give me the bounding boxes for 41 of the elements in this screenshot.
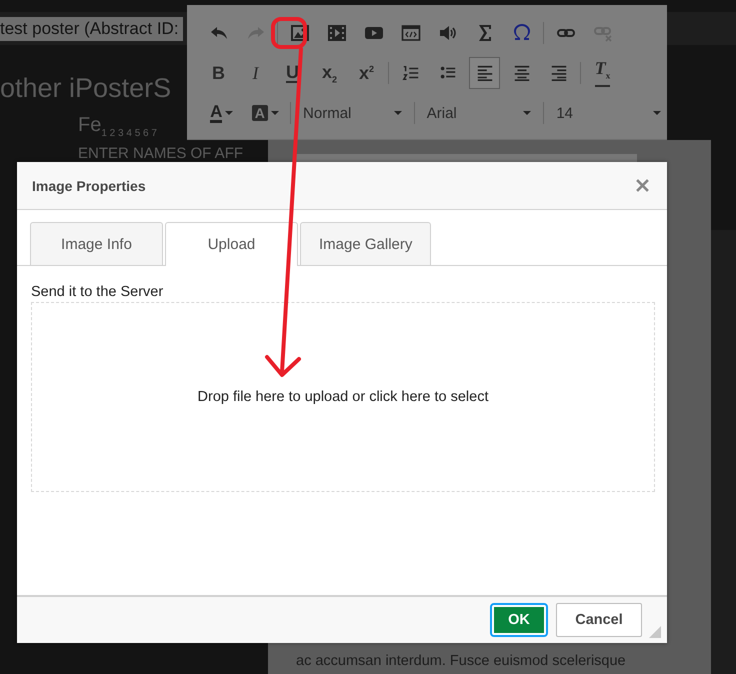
left-button[interactable] xyxy=(469,57,500,89)
dialog-tab[interactable]: Image Gallery xyxy=(300,222,432,265)
align-center-icon xyxy=(512,64,530,82)
picture-icon xyxy=(290,23,310,43)
caret-icon xyxy=(225,111,234,115)
dialog-tab[interactable]: Upload xyxy=(165,222,298,266)
sub-button[interactable]: x$_{2}$ xyxy=(314,57,345,89)
caret-icon xyxy=(652,111,661,115)
section-label: Send it to the Server xyxy=(31,284,164,300)
dialog-tab[interactable]: Image Info xyxy=(30,222,163,265)
speaker-icon xyxy=(438,23,458,43)
body-text-line: ac accumsan interdum. Fusce euismod scelerisque xyxy=(296,653,626,670)
poster-title: test poster (Abstract ID: xyxy=(0,16,183,40)
align-right-icon xyxy=(550,64,568,82)
dialog-title: Image Properties xyxy=(32,178,146,194)
background-color-button[interactable]: A xyxy=(246,97,284,129)
close-button[interactable] xyxy=(634,177,651,194)
clear-button[interactable]: T$_{x}$ xyxy=(587,57,618,89)
format-dropdown[interactable]: Arial xyxy=(420,98,538,128)
format-dropdown[interactable]: 14 xyxy=(550,98,667,128)
code-window-icon xyxy=(400,23,420,43)
poster-heading: other iPosterS xyxy=(0,72,172,104)
cancel-button[interactable]: Cancel xyxy=(556,603,642,637)
underline-button[interactable]: U xyxy=(277,57,308,89)
ok-button[interactable]: OK xyxy=(492,605,546,635)
caret-icon xyxy=(270,111,279,115)
text-color-button[interactable]: A xyxy=(203,97,241,129)
numbered-list-icon xyxy=(402,64,420,82)
close-icon xyxy=(636,179,649,192)
omega-icon xyxy=(512,23,532,43)
caret-icon xyxy=(523,111,532,115)
resize-grip-icon xyxy=(649,626,661,638)
bold-button[interactable]: B xyxy=(203,57,234,89)
format-dropdown[interactable]: Normal xyxy=(297,98,408,128)
sup-button[interactable]: x$^{2}$ xyxy=(351,57,382,89)
caret-icon xyxy=(394,111,402,115)
align-left-icon xyxy=(476,64,494,82)
italic-button[interactable]: I xyxy=(240,57,271,89)
file-drop-zone[interactable]: Drop file here to upload or click here to select xyxy=(31,302,655,492)
film-strip-icon xyxy=(326,23,346,43)
affiliations-text: ENTER NAMES OF AFF xyxy=(78,145,244,162)
